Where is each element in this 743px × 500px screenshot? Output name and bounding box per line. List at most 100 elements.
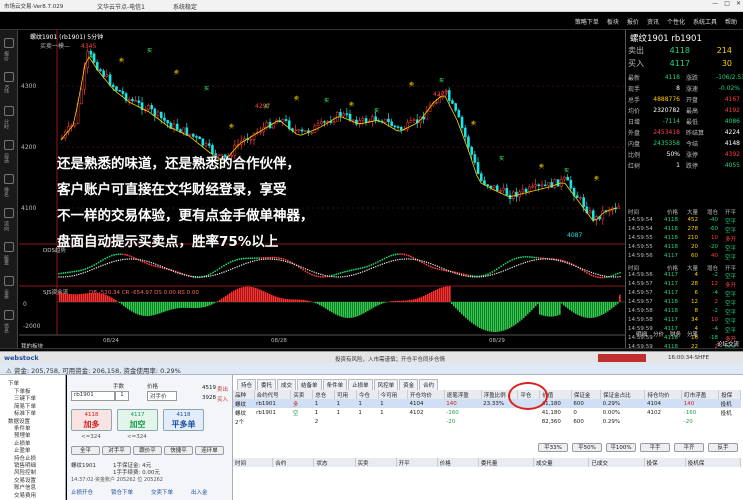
positions-header-7[interactable]: 开仓均价: [407, 390, 445, 399]
positions-header-2[interactable]: 买卖: [290, 390, 314, 399]
strip-icon-8[interactable]: [4, 310, 14, 320]
positions-header-0[interactable]: 品种: [233, 390, 255, 399]
orders-header-4[interactable]: 开平: [396, 458, 438, 467]
menu-item-1[interactable]: 板块: [607, 17, 619, 26]
qty-input[interactable]: 1: [115, 391, 129, 401]
strip-icon-0[interactable]: [4, 38, 14, 48]
menu-item-6[interactable]: 帮助: [725, 17, 737, 26]
server-label[interactable]: 文华云节点-电信1: [97, 2, 145, 11]
positions-header-5[interactable]: 今仓: [356, 390, 379, 399]
position-tab-5[interactable]: 止损单: [348, 379, 373, 390]
position-action-3[interactable]: 平手: [640, 443, 670, 452]
strip-icon-3[interactable]: [4, 140, 14, 150]
order-footer-tab-1[interactable]: 锁仓下单: [111, 488, 133, 496]
position-tab-6[interactable]: 风控单: [373, 379, 399, 390]
osc2-bar: [205, 302, 207, 307]
strip-icon-4[interactable]: [4, 174, 14, 184]
orders-header-7[interactable]: 成交量: [533, 458, 590, 467]
strip-icon-6[interactable]: [4, 242, 14, 252]
orders-header-3[interactable]: 买卖: [355, 458, 397, 467]
positions-header-4[interactable]: 可用: [334, 390, 357, 399]
menu-item-0[interactable]: 策略下单: [575, 17, 599, 26]
orders-header-10[interactable]: 投机保: [685, 458, 742, 467]
candle-body: [463, 127, 467, 138]
quote-tab-0[interactable]: 明细: [636, 330, 647, 338]
strip-icon-1[interactable]: [4, 72, 14, 82]
position-action-2[interactable]: 平100%: [606, 443, 636, 452]
quote-tab-3[interactable]: 分笔: [687, 330, 698, 338]
orders-header-1[interactable]: 合约: [272, 458, 315, 467]
small-button-3[interactable]: 快捷平: [164, 446, 193, 455]
positions-header-13[interactable]: 保证金占比: [600, 390, 646, 399]
menu-item-5[interactable]: 系统工具: [693, 17, 717, 26]
order-button-1[interactable]: 4117 加空: [117, 409, 158, 431]
small-button-0[interactable]: 全平: [71, 446, 100, 455]
menu-item-4[interactable]: 个性化: [667, 17, 685, 26]
position-action-0[interactable]: 平33%: [538, 443, 568, 452]
position-action-4[interactable]: 平齐: [674, 443, 704, 452]
minimize-icon[interactable]: —: [712, 0, 718, 7]
order-footer-tab-2[interactable]: 交卖下单: [151, 488, 173, 496]
menu-item-2[interactable]: 报价: [627, 17, 639, 26]
osc1-dot: [262, 258, 265, 260]
position-row[interactable]: 螺纹 rb1901 多 1 1 1 1 4104 140 23.33% 41,180 600 0.29%…: [233, 399, 741, 408]
side-info-2: 3928: [202, 395, 216, 401]
tick-row-9-c0: 14:59:58: [628, 308, 653, 314]
tree-title[interactable]: 下单: [8, 379, 19, 387]
position-action-1[interactable]: 平50%: [572, 443, 602, 452]
order-button-2[interactable]: 4118 平多单: [163, 409, 204, 431]
margin-highlight-ring: [508, 382, 548, 410]
order-footer-tab-0[interactable]: 止损开仓: [71, 488, 93, 496]
order-button-0[interactable]: 4118 加多: [71, 409, 112, 431]
strip-icon-2[interactable]: [4, 106, 14, 116]
close-icon[interactable]: ✕: [736, 0, 741, 7]
osc2-bar: [551, 302, 553, 317]
orders-header-9[interactable]: 投保: [644, 458, 686, 467]
quote-tab-1[interactable]: 分价: [653, 330, 664, 338]
orders-header-0[interactable]: 时间: [233, 458, 274, 467]
order-footer-tab-3[interactable]: 出入金: [191, 488, 208, 496]
small-button-2[interactable]: 跟价平: [133, 446, 162, 455]
sell-price[interactable]: 4118: [650, 46, 690, 55]
positions-header-6[interactable]: 今可用: [378, 390, 408, 399]
small-button-4[interactable]: 连环单: [195, 446, 224, 455]
strip-icon-7[interactable]: [4, 276, 14, 286]
small-button-1[interactable]: 对手平: [102, 446, 131, 455]
position-tab-2[interactable]: 成交: [277, 379, 297, 390]
strip-icon-5[interactable]: [4, 208, 14, 218]
position-tab-8[interactable]: 合约: [419, 379, 439, 390]
forum-link[interactable]: 论坛交流: [717, 340, 739, 348]
candle-body: [387, 118, 390, 123]
positions-header-3[interactable]: 总仓: [312, 390, 336, 399]
contract-input[interactable]: rb1901: [71, 391, 115, 401]
position-action-5[interactable]: 反手: [708, 443, 738, 452]
position-tab-1[interactable]: 委托: [257, 379, 277, 390]
positions-header-8[interactable]: 逐笔浮盈: [444, 390, 482, 399]
position-row[interactable]: 螺纹 rb1901 空 1 1 1 1 4102 -160 41,180 0 0.00% 4102 -16…: [233, 408, 741, 417]
positions-header-15[interactable]: 盯市浮盈: [681, 390, 720, 399]
price-input[interactable]: 对手价: [147, 391, 177, 401]
position-row[interactable]: 2个 2 -20 82,360 600 0.29% -20: [233, 417, 741, 426]
orders-header-8[interactable]: 已成交: [588, 458, 645, 467]
position-tab-4[interactable]: 条件单: [322, 379, 348, 390]
orders-header-6[interactable]: 委托量: [478, 458, 535, 467]
quote-tab-2[interactable]: 财务: [670, 330, 681, 338]
menu-item-3[interactable]: 资讯: [647, 17, 659, 26]
tree-item-14[interactable]: 交易费用: [14, 491, 36, 499]
candle-body: [476, 162, 480, 174]
position-tab-7[interactable]: 资金: [399, 379, 419, 390]
orders-header-2[interactable]: 状态: [313, 458, 356, 467]
orders-header-5[interactable]: 价格: [437, 458, 479, 467]
positions-header-14[interactable]: 持仓均价: [644, 390, 683, 399]
osc2-bar: [77, 294, 79, 302]
positions-header-1[interactable]: 合约代号: [254, 390, 292, 399]
maximize-icon[interactable]: □: [724, 0, 730, 7]
position-tab-3[interactable]: 结备单: [297, 379, 322, 390]
osc1-dot: [377, 260, 379, 263]
osc1-dot: [359, 267, 362, 270]
buy-price[interactable]: 4117: [650, 59, 690, 68]
position-tab-0[interactable]: 持仓: [237, 379, 257, 390]
positions-header-16[interactable]: 投保: [718, 390, 741, 399]
tick-row-10-c2: 34: [691, 317, 698, 323]
positions-header-12[interactable]: 保证金: [571, 390, 602, 399]
